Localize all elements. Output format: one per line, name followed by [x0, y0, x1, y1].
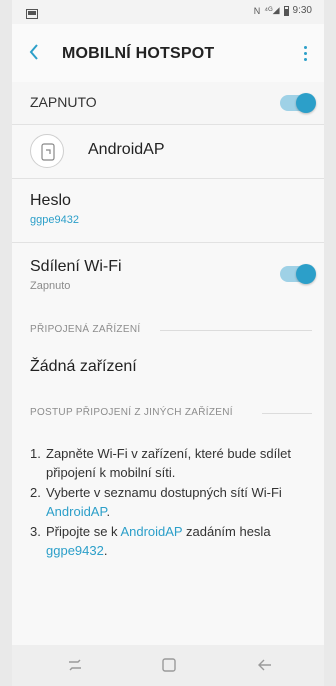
ap-name-link: AndroidAP [46, 504, 107, 519]
page-title: MOBILNÍ HOTSPOT [62, 45, 215, 62]
navigation-bar [12, 645, 324, 686]
nfc-icon: N [253, 5, 261, 16]
instructions-header: POSTUP PŘIPOJENÍ Z JINÝCH ZAŘÍZENÍ [30, 407, 320, 421]
password-value: ggpe9432 [30, 214, 79, 226]
back-arrow-icon[interactable] [256, 657, 274, 673]
password-link: ggpe9432 [46, 543, 104, 558]
instruction-step: 1. Zapněte Wi-Fi v zařízení, které bude … [30, 444, 312, 482]
step-number: 2. [30, 485, 41, 500]
ap-name-label: AndroidAP [88, 141, 165, 158]
toolbar: MOBILNÍ HOTSPOT [12, 24, 324, 82]
step-text: Vyberte v seznamu dostupných sítí Wi-Fi [46, 485, 282, 500]
instructions-list: 1. Zapněte Wi-Fi v zařízení, které bude … [30, 444, 312, 560]
instruction-step: 3. Připojte se k AndroidAP zadáním hesla… [30, 522, 312, 560]
wifi-sharing-toggle-switch[interactable] [280, 264, 316, 284]
wifi-sharing-row[interactable]: Sdílení Wi-Fi Zapnuto [12, 242, 324, 306]
status-icons: N ⁴ᴳ◢ 9:30 [254, 5, 312, 16]
recents-icon[interactable] [66, 657, 84, 673]
step-text-middle: zadáním hesla [186, 524, 271, 539]
back-chevron-icon[interactable] [28, 42, 46, 64]
connected-devices-header: PŘIPOJENÁ ZAŘÍZENÍ [30, 324, 320, 338]
section-divider [160, 330, 312, 331]
home-icon[interactable] [160, 657, 178, 673]
section-divider [262, 413, 312, 414]
gallery-icon [26, 6, 38, 19]
screen: N ⁴ᴳ◢ 9:30 MOBILNÍ HOTSPOT ZAPNUTO Andro… [12, 0, 324, 686]
wifi-sharing-status: Zapnuto [30, 280, 71, 292]
step-text: Zapněte Wi-Fi v zařízení, které bude sdí… [46, 446, 291, 480]
hotspot-toggle-row[interactable]: ZAPNUTO [12, 82, 324, 124]
status-bar: N ⁴ᴳ◢ 9:30 [12, 0, 324, 24]
battery-icon [283, 5, 289, 16]
instruction-step: 2. Vyberte v seznamu dostupných sítí Wi-… [30, 483, 312, 521]
wifi-sharing-title: Sdílení Wi-Fi [30, 258, 122, 275]
no-devices-text: Žádná zařízení [30, 358, 137, 375]
step-text-suffix: . [106, 504, 111, 519]
step-text-suffix: . [103, 543, 108, 558]
more-vertical-icon[interactable] [300, 42, 310, 64]
lte-signal-icon: ⁴ᴳ◢ [264, 5, 280, 15]
step-text: Připojte se k [46, 524, 118, 539]
password-title: Heslo [30, 192, 71, 209]
step-number: 1. [30, 446, 41, 461]
ap-name-row[interactable]: AndroidAP [12, 124, 324, 178]
hotspot-toggle-label: ZAPNUTO [30, 94, 97, 110]
device-icon [30, 134, 64, 168]
instructions-section-title: POSTUP PŘIPOJENÍ Z JINÝCH ZAŘÍZENÍ [30, 407, 233, 418]
connected-devices-section-title: PŘIPOJENÁ ZAŘÍZENÍ [30, 324, 141, 335]
ap-name-link: AndroidAP [120, 524, 183, 539]
password-row[interactable]: Heslo ggpe9432 [12, 178, 324, 242]
status-time: 9:30 [292, 5, 312, 16]
step-number: 3. [30, 524, 41, 539]
hotspot-toggle-switch[interactable] [280, 93, 316, 113]
